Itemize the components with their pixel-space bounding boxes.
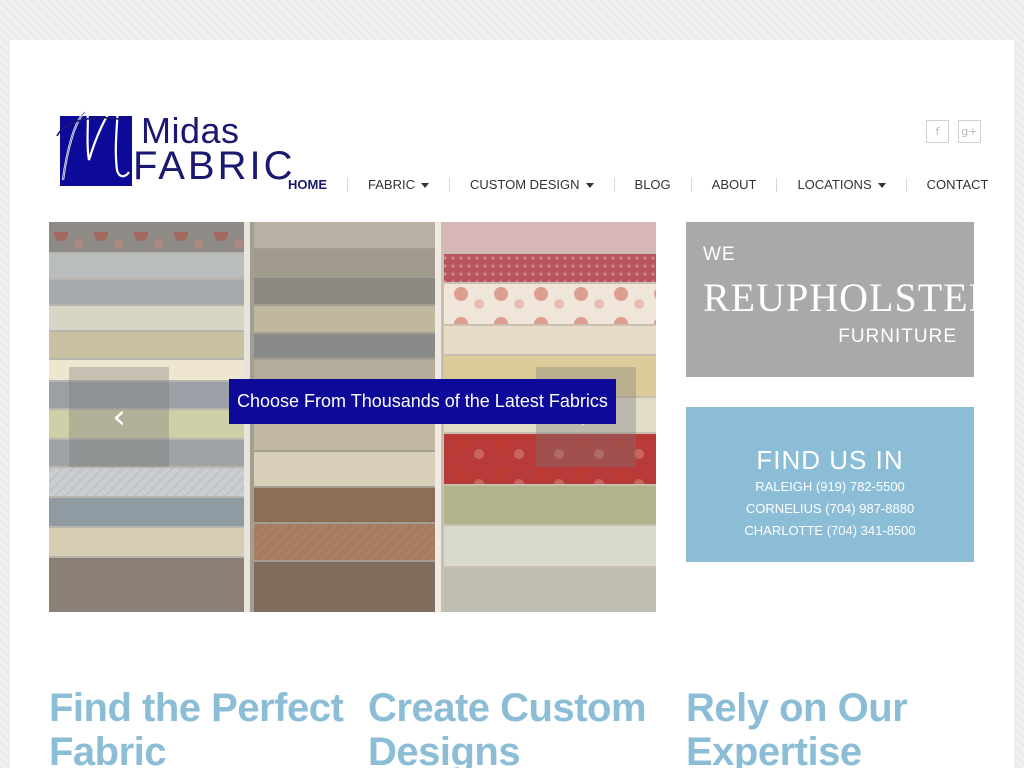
nav-item-fabric[interactable]: FABRIC [347, 178, 449, 192]
location-cornelius: CORNELIUS (704) 987-8880 [745, 501, 915, 516]
promo-reupholster-line2: REUPHOLSTER [703, 275, 997, 320]
slider-caption: Choose From Thousands of the Latest Fabr… [229, 379, 616, 424]
nav-item-about[interactable]: ABOUT [690, 177, 777, 192]
facebook-icon[interactable]: f [926, 120, 949, 143]
nav-item-home[interactable]: HOME [288, 178, 347, 192]
logo-text-fabric: FABRIC [133, 144, 296, 188]
chevron-down-icon [420, 182, 429, 188]
chevron-left-icon: ‹ [112, 397, 126, 437]
slider-prev-button[interactable]: ‹ [69, 367, 169, 467]
nav-item-blog[interactable]: BLOG [613, 177, 691, 192]
nav-item-label: CUSTOM DESIGN [469, 177, 580, 192]
nav-item-locations[interactable]: LOCATIONS [776, 178, 905, 192]
promo-reupholster[interactable]: WE REUPHOLSTER FURNITURE [686, 222, 995, 377]
hero-slider[interactable]: ‹ › Choose From Thousands of the Latest … [49, 222, 656, 612]
promo-reupholster-line3: FURNITURE [838, 326, 957, 347]
nav-item-label: LOCATIONS [797, 177, 872, 192]
nav-item-label: HOME [288, 177, 327, 192]
main-nav: HOME FABRIC CUSTOM DESIGN BLOG ABOUT LOC… [288, 176, 1009, 194]
chevron-down-icon [585, 182, 594, 188]
nav-item-label: CONTACT [926, 177, 989, 192]
location-charlotte: CHARLOTTE (704) 341-8500 [744, 523, 916, 538]
feature-heading-expertise: Rely on Our Expertise [686, 686, 908, 768]
nav-item-label: ABOUT [711, 177, 757, 192]
logo-script-m [56, 106, 130, 181]
promo-locations[interactable]: FIND US IN RALEIGH (919) 782-5500 CORNEL… [686, 407, 974, 562]
feature-heading-custom-designs: Create Custom Designs [368, 686, 647, 768]
nav-item-contact[interactable]: CONTACT [905, 177, 1009, 192]
page-container: Midas FABRIC f g+ HOME FABRIC CUSTOM DES… [10, 40, 1014, 768]
nav-item-label: FABRIC [368, 177, 415, 192]
feature-heading-fabric: Find the Perfect Fabric [49, 686, 344, 768]
location-raleigh: RALEIGH (919) 782-5500 [755, 479, 905, 494]
googleplus-icon[interactable]: g+ [958, 120, 981, 143]
chevron-down-icon [877, 182, 886, 188]
promo-reupholster-line1: WE [703, 244, 736, 265]
nav-item-custom-design[interactable]: CUSTOM DESIGN [448, 177, 614, 192]
site-logo[interactable]: Midas FABRIC [55, 100, 292, 190]
nav-item-label: BLOG [634, 177, 671, 192]
promo-locations-title: FIND US IN [756, 445, 904, 475]
